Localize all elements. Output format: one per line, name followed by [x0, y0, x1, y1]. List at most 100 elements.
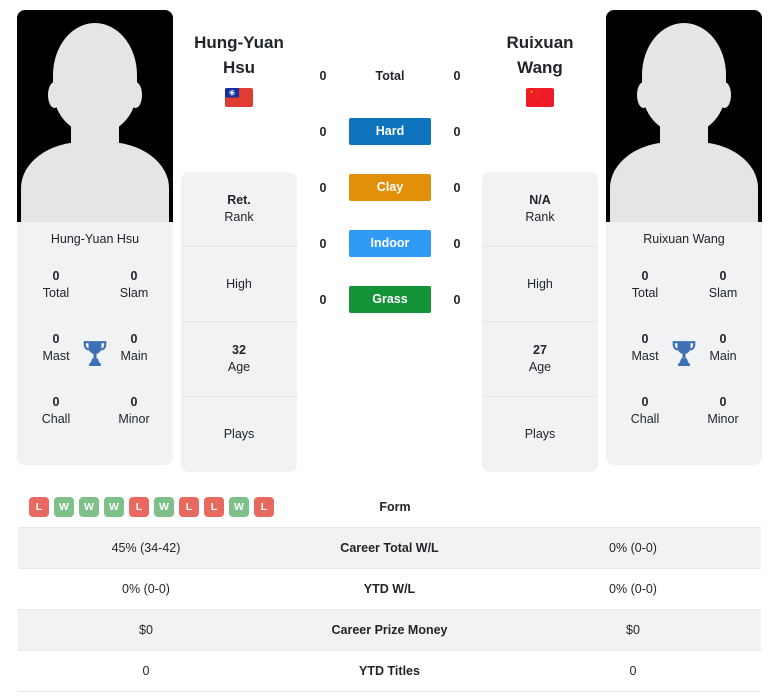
right-player-name-line1: Ruixuan: [506, 33, 574, 52]
left-titles-grid: 0 Total 0 Slam 0 Mast 0 Main 0 Chall 0 M…: [17, 256, 173, 451]
title-label: Minor: [707, 412, 739, 426]
info-row-rank: Ret. Rank: [181, 172, 297, 247]
player-comparison-page: Hung-Yuan Hsu 0 Total 0 Slam 0 Mast 0 Ma…: [0, 0, 779, 699]
right-stat-value: 0% (0-0): [609, 541, 657, 555]
right-info-card: N/A Rank High 27 Age Plays: [482, 172, 598, 472]
title-label: Slam: [708, 286, 738, 300]
titles-row: 0 Mast 0 Main: [606, 325, 762, 388]
left-player-header: Hung-Yuan Hsu: [181, 30, 297, 107]
title-stat-minor: 0 Minor: [684, 388, 762, 451]
left-stat-value: 45% (34-42): [111, 541, 181, 555]
h2h-surface-badge-grass[interactable]: Grass: [349, 286, 431, 313]
form-badge: W: [54, 497, 74, 517]
left-form-strip: L W W W L W L L W L: [18, 497, 280, 517]
h2h-row-indoor: 0 Indoor 0: [305, 228, 475, 284]
left-stat-value: 0: [142, 664, 150, 678]
right-stat-value: 0% (0-0): [609, 582, 657, 596]
form-badge: W: [79, 497, 99, 517]
title-label: Chall: [41, 412, 71, 426]
titles-row: 0 Total 0 Slam: [17, 262, 173, 325]
right-player-name-line2: Wang: [517, 58, 563, 77]
info-label: Rank: [224, 210, 254, 224]
titles-row: 0 Chall 0 Minor: [606, 388, 762, 451]
title-value: 0: [719, 269, 727, 283]
info-row-high: High: [482, 247, 598, 322]
left-player-name-line1: Hung-Yuan: [194, 33, 284, 52]
avatar-body-icon: [610, 142, 758, 222]
h2h-surface-badge-indoor[interactable]: Indoor: [349, 230, 431, 257]
form-badge: L: [179, 497, 199, 517]
h2h-right-score: 0: [453, 125, 461, 139]
info-row-plays: Plays: [181, 397, 297, 472]
left-stat-value: 0% (0-0): [122, 582, 170, 596]
h2h-row-grass: 0 Grass 0: [305, 284, 475, 340]
title-stat-total: 0 Total: [17, 262, 95, 325]
title-stat-slam: 0 Slam: [684, 262, 762, 325]
form-badge: L: [29, 497, 49, 517]
avatar-body-icon: [21, 142, 169, 222]
h2h-right-score: 0: [453, 293, 461, 307]
h2h-surface-badge-hard[interactable]: Hard: [349, 118, 431, 145]
info-value: N/A: [529, 193, 551, 207]
title-label: Chall: [630, 412, 660, 426]
right-stat-value: $0: [626, 623, 640, 637]
table-row: 0% (0-0) YTD W/L 0% (0-0): [18, 569, 761, 610]
info-row-high: High: [181, 247, 297, 322]
title-label: Total: [42, 286, 70, 300]
left-player-photo-name: Hung-Yuan Hsu: [17, 222, 173, 256]
china-flag-icon: [526, 88, 554, 107]
titles-row: 0 Chall 0 Minor: [17, 388, 173, 451]
right-player-card: Ruixuan Wang 0 Total 0 Slam 0 Mast 0 Mai…: [606, 10, 762, 465]
form-badge: W: [104, 497, 124, 517]
trophy-icon: [83, 341, 107, 367]
avatar-ear-icon: [48, 82, 61, 108]
form-badge: L: [204, 497, 224, 517]
title-label: Total: [631, 286, 659, 300]
head-to-head-column: 0 Total 0 0 Hard 0 0 Clay 0 0 Indoor 0 0: [305, 60, 475, 340]
left-player-name-line2: Hsu: [222, 58, 256, 77]
trophy-icon: [672, 341, 696, 367]
title-value: 0: [719, 395, 727, 409]
stat-label-form: Form: [379, 500, 411, 514]
form-badge: L: [129, 497, 149, 517]
info-label: Age: [528, 360, 552, 374]
left-player-photo: [17, 10, 173, 222]
right-stat-value: 0: [629, 664, 637, 678]
title-label: Minor: [118, 412, 150, 426]
info-label: High: [226, 276, 252, 291]
right-player-photo: [606, 10, 762, 222]
info-row-age: 27 Age: [482, 322, 598, 397]
form-badge: W: [229, 497, 249, 517]
h2h-left-score: 0: [319, 125, 327, 139]
title-stat-minor: 0 Minor: [95, 388, 173, 451]
h2h-right-score: 0: [453, 181, 461, 195]
avatar-ear-icon: [718, 82, 731, 108]
form-badge: L: [254, 497, 274, 517]
table-row: 45% (34-42) Career Total W/L 0% (0-0): [18, 528, 761, 569]
avatar-ear-icon: [129, 82, 142, 108]
right-player-photo-name: Ruixuan Wang: [606, 222, 762, 256]
info-label: Plays: [524, 427, 556, 441]
h2h-surface-badge-clay[interactable]: Clay: [349, 174, 431, 201]
stat-label-career-total-wl: Career Total W/L: [340, 541, 439, 555]
title-value: 0: [130, 269, 138, 283]
table-row: $0 Career Prize Money $0: [18, 610, 761, 651]
title-value: 0: [130, 395, 138, 409]
title-stat-chall: 0 Chall: [606, 388, 684, 451]
info-row-rank: N/A Rank: [482, 172, 598, 247]
right-player-column: Ruixuan Wang 0 Total 0 Slam 0 Mast 0 Mai…: [606, 10, 762, 465]
info-value: 32: [232, 343, 246, 357]
h2h-right-score: 0: [453, 237, 461, 251]
stat-label-career-prize-money: Career Prize Money: [331, 623, 448, 637]
right-titles-grid: 0 Total 0 Slam 0 Mast 0 Main 0 Chall 0 M…: [606, 256, 762, 451]
title-value: 0: [52, 395, 60, 409]
title-value: 0: [52, 269, 60, 283]
h2h-left-score: 0: [319, 237, 327, 251]
h2h-row-total: 0 Total 0: [305, 60, 475, 116]
info-label: High: [527, 276, 553, 291]
form-badge: W: [154, 497, 174, 517]
h2h-left-score: 0: [319, 293, 327, 307]
title-label: Slam: [119, 286, 149, 300]
h2h-left-score: 0: [319, 181, 327, 195]
title-stat-total: 0 Total: [606, 262, 684, 325]
